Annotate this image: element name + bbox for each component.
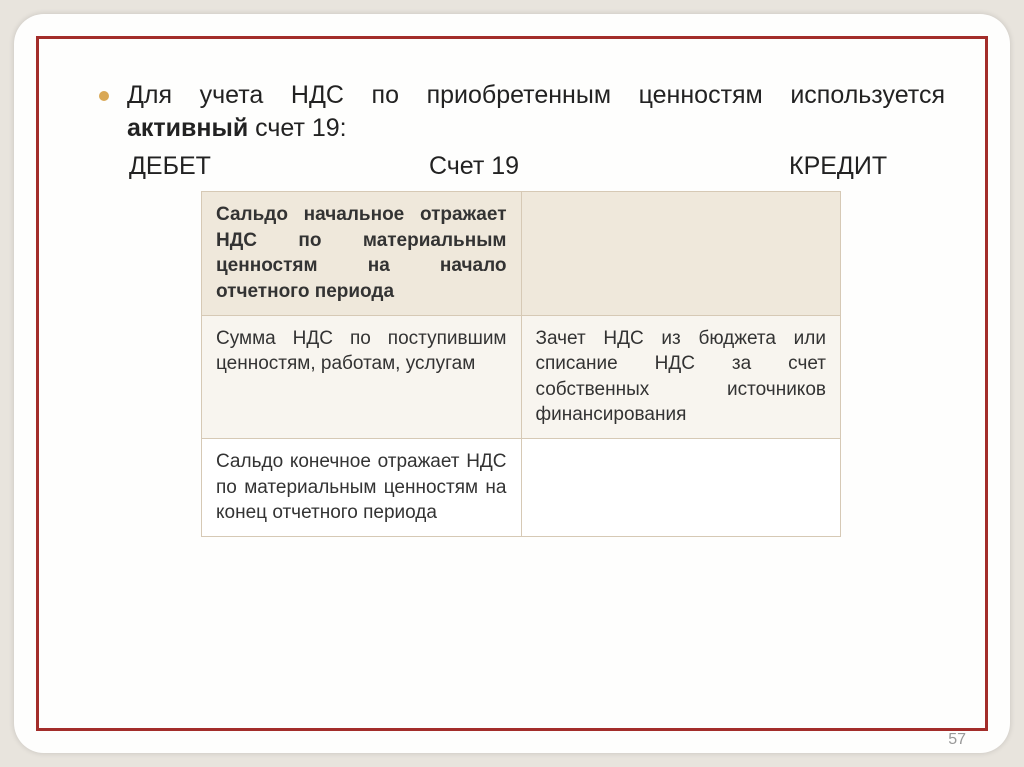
bullet-icon [99, 91, 109, 101]
cell-r3c1: Сальдо конечное отражает НДС по материал… [202, 439, 522, 537]
intro-after: счет 19: [248, 114, 346, 142]
intro-line: Для учета НДС по приобретенным ценностям… [99, 79, 945, 144]
header-credit: КРЕДИТ [789, 152, 887, 181]
account-table: Сальдо начальное отража­ет НДС по матери… [201, 191, 841, 537]
intro-before: Для учета НДС по приобретенным ценностям… [127, 81, 945, 109]
slide-content: Для учета НДС по приобретенным ценностям… [39, 39, 985, 537]
cell-r1c2 [521, 192, 841, 316]
intro-bold: активный [127, 114, 248, 142]
table-row: Сальдо начальное отража­ет НДС по матери… [202, 192, 841, 316]
account-table-wrap: Сальдо начальное отража­ет НДС по матери… [201, 191, 841, 537]
slide-inner-frame: Для учета НДС по приобретенным ценностям… [36, 36, 988, 731]
cell-r2c2: Зачет НДС из бюджета или списание НДС за… [521, 315, 841, 439]
page-number: 57 [948, 731, 966, 749]
cell-r3c2 [521, 439, 841, 537]
account-header-row: ДЕБЕТ Счет 19 КРЕДИТ [129, 152, 945, 181]
intro-text: Для учета НДС по приобретенным ценностям… [127, 79, 945, 144]
header-account: Счет 19 [429, 152, 789, 181]
cell-r2c1: Сумма НДС по поступившим ценностям, рабо… [202, 315, 522, 439]
cell-r1c1: Сальдо начальное отража­ет НДС по матери… [202, 192, 522, 316]
table-row: Сальдо конечное отражает НДС по материал… [202, 439, 841, 537]
table-row: Сумма НДС по поступившим ценностям, рабо… [202, 315, 841, 439]
header-debit: ДЕБЕТ [129, 152, 429, 181]
